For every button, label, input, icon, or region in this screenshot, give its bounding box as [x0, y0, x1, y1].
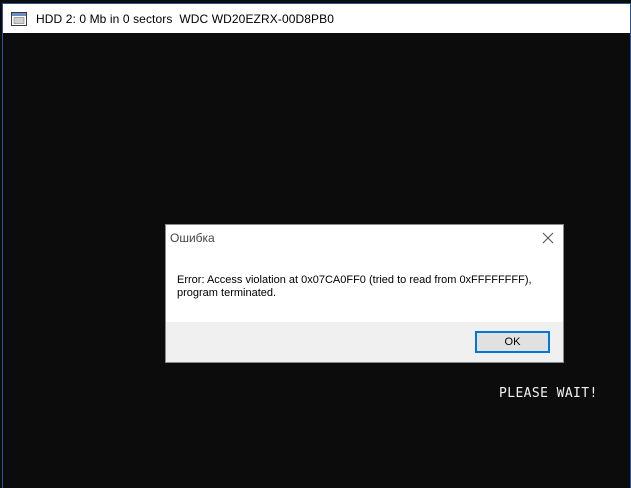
ok-button[interactable]: OK: [475, 331, 550, 353]
desktop: HDD 2: 0 Mb in 0 sectors WDC WD20EZRX-00…: [0, 0, 631, 488]
dialog-close-button[interactable]: [535, 226, 561, 250]
dialog-titlebar[interactable]: Ошибка: [166, 225, 563, 251]
close-icon: [542, 232, 554, 244]
console-app-icon: [11, 11, 27, 26]
console-status-text: PLEASE WAIT!: [499, 386, 598, 401]
dialog-message: Error: Access violation at 0x07CA0FF0 (t…: [177, 274, 532, 299]
dialog-title: Ошибка: [170, 231, 215, 245]
window-titlebar[interactable]: HDD 2: 0 Mb in 0 sectors WDC WD20EZRX-00…: [3, 4, 630, 33]
dialog-footer: OK: [166, 322, 563, 362]
error-dialog: Ошибка Error: Access violation at 0x07CA…: [165, 224, 564, 363]
window-title: HDD 2: 0 Mb in 0 sectors WDC WD20EZRX-00…: [36, 11, 335, 26]
